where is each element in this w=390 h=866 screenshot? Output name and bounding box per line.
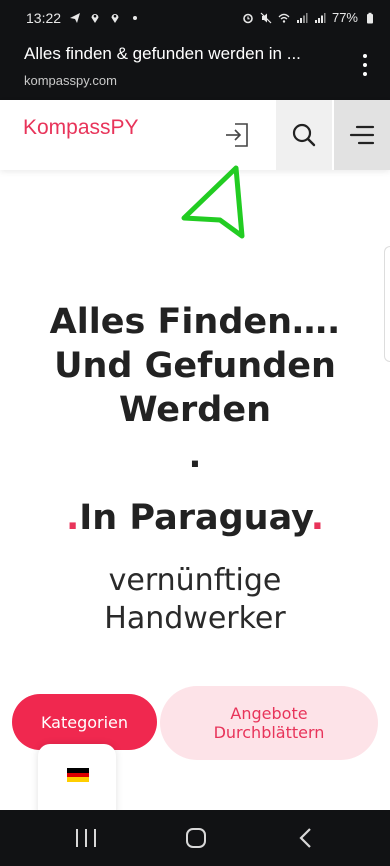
search-icon [292, 123, 316, 147]
location-prefix: . [65, 498, 80, 538]
telegram-icon [70, 13, 81, 23]
alarm-icon [243, 13, 253, 23]
back-icon[interactable] [296, 826, 316, 850]
hero-subtitle-line: Handwerker [104, 601, 286, 636]
hero-title: Alles Finden…. Und Gefunden Werden [0, 300, 390, 432]
location-text: In Paraguay [79, 498, 311, 538]
mute-icon [260, 12, 272, 23]
browser-toolbar: Alles finden & gefunden werden in ... ko… [0, 36, 390, 100]
german-flag-icon [67, 768, 89, 782]
wifi-icon [278, 13, 290, 23]
notification-dot-icon [133, 16, 138, 20]
location-suffix: . [310, 498, 325, 538]
page-title: Alles finden & gefunden werden in ... [24, 44, 301, 63]
hero-title-line: Und Gefunden [54, 346, 336, 386]
hero-location: .In Paraguay. [0, 498, 390, 538]
signal-icon [296, 12, 308, 23]
menu-button[interactable] [334, 100, 390, 170]
hero-subtitle: vernünftige Handwerker [0, 562, 390, 638]
site-logo[interactable]: KompassPY [23, 116, 139, 140]
hamburger-menu-icon [349, 125, 375, 145]
overflow-menu-icon[interactable] [360, 54, 370, 80]
status-time: 13:22 [26, 10, 62, 26]
browse-offers-button[interactable]: Angebote Durchblättern [160, 686, 378, 760]
pointer-arrow-icon [181, 165, 245, 239]
language-switcher[interactable] [38, 744, 116, 816]
search-button[interactable] [276, 100, 332, 170]
home-icon[interactable] [186, 828, 206, 848]
status-bar: 13:22 77% [0, 0, 390, 36]
battery-icon [367, 12, 373, 23]
browse-label-line: Durchblättern [213, 723, 325, 742]
page-url[interactable]: kompasspy.com [24, 73, 117, 88]
location-pin-icon-2 [111, 14, 119, 23]
browse-label-line: Angebote [230, 704, 308, 723]
login-button[interactable] [214, 112, 260, 158]
battery-percent: 77% [331, 10, 358, 25]
location-pin-icon [91, 14, 99, 23]
login-icon [226, 123, 248, 147]
hero-title-line: Werden [118, 390, 272, 430]
hero-separator: . [188, 436, 202, 476]
site-header: KompassPY [0, 100, 390, 170]
categories-button[interactable]: Kategorien [12, 694, 157, 750]
recent-apps-icon[interactable] [76, 829, 96, 847]
hero-title-line: Alles Finden…. [49, 302, 341, 342]
hero-subtitle-line: vernünftige [108, 563, 282, 598]
system-navigation-bar [0, 810, 390, 866]
signal-icon-2 [314, 12, 326, 23]
